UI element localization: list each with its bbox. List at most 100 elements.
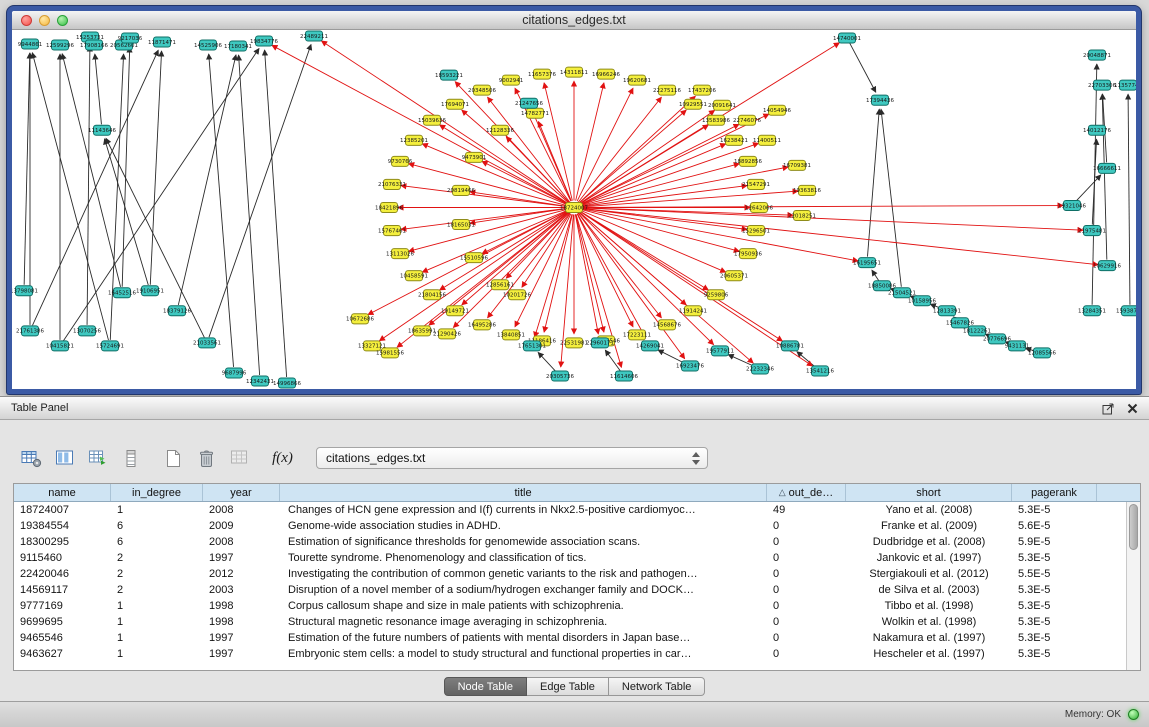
network-node[interactable]: 11614606 bbox=[610, 371, 638, 381]
network-node[interactable]: 10415821 bbox=[46, 341, 74, 351]
network-node[interactable]: 9002941 bbox=[499, 75, 523, 85]
network-node[interactable]: 21290426 bbox=[433, 329, 461, 339]
network-node[interactable]: 22531981 bbox=[560, 338, 588, 348]
table-scrollbar[interactable] bbox=[1126, 502, 1140, 670]
network-node[interactable]: 19363816 bbox=[793, 185, 821, 195]
network-node[interactable]: 12856161 bbox=[486, 280, 514, 290]
network-node[interactable]: 17950936 bbox=[734, 249, 762, 259]
network-node[interactable]: 16709381 bbox=[783, 160, 811, 170]
network-node[interactable]: 14740001 bbox=[833, 33, 861, 43]
network-node[interactable]: 16195651 bbox=[853, 258, 881, 268]
network-node[interactable]: 18850086 bbox=[868, 281, 896, 291]
network-node[interactable]: 14054946 bbox=[763, 105, 791, 115]
close-panel-icon[interactable] bbox=[1127, 403, 1138, 414]
table-row[interactable]: 911546021997Tourette syndrome. Phenomeno… bbox=[14, 550, 1140, 566]
network-node[interactable]: 20091641 bbox=[708, 100, 736, 110]
network-canvas[interactable]: 1872400712642066152965011795093620605371… bbox=[12, 30, 1136, 389]
network-node[interactable]: 16238421 bbox=[720, 135, 748, 145]
select-columns-button[interactable] bbox=[51, 445, 78, 471]
network-node[interactable]: 14269041 bbox=[636, 341, 664, 351]
network-node[interactable]: 13113026 bbox=[386, 249, 414, 259]
network-node[interactable]: 16966246 bbox=[592, 69, 620, 79]
network-node[interactable]: 17694071 bbox=[441, 99, 469, 109]
network-node[interactable]: 15767461 bbox=[378, 226, 406, 236]
network-node[interactable]: 9944861 bbox=[18, 39, 42, 49]
network-node[interactable]: 9431131 bbox=[1005, 341, 1029, 351]
network-node[interactable]: 19149721 bbox=[441, 306, 469, 316]
network-node[interactable]: 9259806 bbox=[704, 290, 729, 300]
network-node[interactable]: 17437206 bbox=[688, 85, 716, 95]
network-node[interactable]: 13284351 bbox=[1078, 306, 1106, 316]
network-node[interactable]: 14996866 bbox=[273, 378, 301, 388]
network-node[interactable]: 11143646 bbox=[88, 125, 116, 135]
network-node[interactable]: 9687996 bbox=[222, 368, 247, 378]
network-node[interactable]: 21804156 bbox=[418, 290, 446, 300]
network-node[interactable]: 10886781 bbox=[776, 341, 804, 351]
table-row[interactable]: 946554611997Estimation of the future num… bbox=[14, 630, 1140, 646]
network-node[interactable]: 16923476 bbox=[676, 361, 704, 371]
network-node[interactable]: 19321046 bbox=[1058, 200, 1086, 210]
network-node[interactable]: 19834776 bbox=[250, 36, 278, 46]
network-node[interactable]: 22489211 bbox=[300, 31, 328, 41]
network-node[interactable]: 14525906 bbox=[194, 40, 222, 50]
network-node[interactable]: 9217036 bbox=[118, 33, 143, 43]
network-node[interactable]: 13070256 bbox=[73, 326, 101, 336]
network-node[interactable]: 21975481 bbox=[1078, 226, 1106, 236]
network-node[interactable]: 21547291 bbox=[742, 179, 770, 189]
network-node[interactable]: 10458591 bbox=[400, 271, 428, 281]
network-node[interactable]: 11357741 bbox=[1114, 80, 1136, 90]
network-node[interactable]: 22703306 bbox=[1088, 80, 1116, 90]
network-node[interactable]: 18421896 bbox=[375, 202, 403, 212]
network-node[interactable]: 20348506 bbox=[468, 85, 496, 95]
network-node[interactable]: 21247656 bbox=[515, 98, 543, 108]
tab-node-table[interactable]: Node Table bbox=[444, 677, 527, 696]
network-node[interactable]: 14311811 bbox=[560, 67, 588, 77]
network-node[interactable]: 20305736 bbox=[546, 371, 574, 381]
network-node[interactable]: 19577911 bbox=[706, 346, 734, 356]
column-header-name[interactable]: name bbox=[14, 484, 111, 501]
network-graph[interactable]: 1872400712642066152965011795093620605371… bbox=[12, 30, 1136, 389]
network-node[interactable]: 13798081 bbox=[12, 286, 38, 296]
network-node[interactable]: 13840851 bbox=[497, 330, 525, 340]
network-node[interactable]: 20048871 bbox=[1083, 50, 1111, 60]
network-node[interactable]: 16495286 bbox=[468, 320, 496, 330]
network-node[interactable]: 15296501 bbox=[742, 226, 770, 236]
function-builder-button[interactable]: f(x) bbox=[269, 445, 296, 471]
delete-column-button[interactable] bbox=[193, 445, 220, 471]
network-node[interactable]: 12642066 bbox=[745, 202, 773, 212]
network-node[interactable]: 15724691 bbox=[96, 341, 124, 351]
network-node[interactable]: 12385201 bbox=[400, 135, 428, 145]
add-column-button[interactable] bbox=[160, 445, 187, 471]
close-window-button[interactable] bbox=[21, 15, 32, 26]
column-header-year[interactable]: year bbox=[203, 484, 280, 501]
network-node[interactable]: 20819466 bbox=[447, 185, 475, 195]
minimize-window-button[interactable] bbox=[39, 15, 50, 26]
network-node[interactable]: 11871471 bbox=[148, 37, 176, 47]
scrollbar-thumb[interactable] bbox=[1129, 504, 1138, 550]
network-node[interactable]: 10201726 bbox=[503, 290, 531, 300]
network-node[interactable]: 9473901 bbox=[462, 152, 486, 162]
network-node[interactable]: 13541216 bbox=[806, 366, 834, 376]
network-node[interactable]: 21761386 bbox=[16, 326, 44, 336]
network-node[interactable]: 18593221 bbox=[435, 70, 463, 80]
network-node[interactable]: 17394436 bbox=[866, 95, 894, 105]
network-node[interactable]: 12599296 bbox=[46, 40, 74, 50]
network-node[interactable]: 9730766 bbox=[388, 156, 413, 166]
network-node[interactable]: 12085566 bbox=[1028, 348, 1056, 358]
table-row[interactable]: 1456911722003Disruption of a novel membe… bbox=[14, 582, 1140, 598]
column-header-in-degree[interactable]: in_degree bbox=[111, 484, 203, 501]
column-header-pagerank[interactable]: pagerank bbox=[1012, 484, 1097, 501]
network-node[interactable]: 18165031 bbox=[447, 220, 475, 230]
table-row[interactable]: 2242004622012Investigating the contribut… bbox=[14, 566, 1140, 582]
column-header-title[interactable]: title bbox=[280, 484, 767, 501]
window-title-bar[interactable]: citations_edges.txt bbox=[12, 11, 1136, 30]
network-node[interactable]: 22018251 bbox=[788, 211, 816, 221]
network-node[interactable]: 15039636 bbox=[418, 115, 446, 125]
network-node[interactable]: 14012176 bbox=[1083, 125, 1111, 135]
tab-network-table[interactable]: Network Table bbox=[609, 677, 706, 696]
table-source-select[interactable]: citations_edges.txt bbox=[316, 447, 708, 469]
network-node[interactable]: 22746076 bbox=[733, 115, 761, 125]
network-node[interactable]: 10929551 bbox=[679, 99, 707, 109]
zoom-window-button[interactable] bbox=[57, 15, 68, 26]
table-row[interactable]: 1872400712008Changes of HCN gene express… bbox=[14, 502, 1140, 518]
